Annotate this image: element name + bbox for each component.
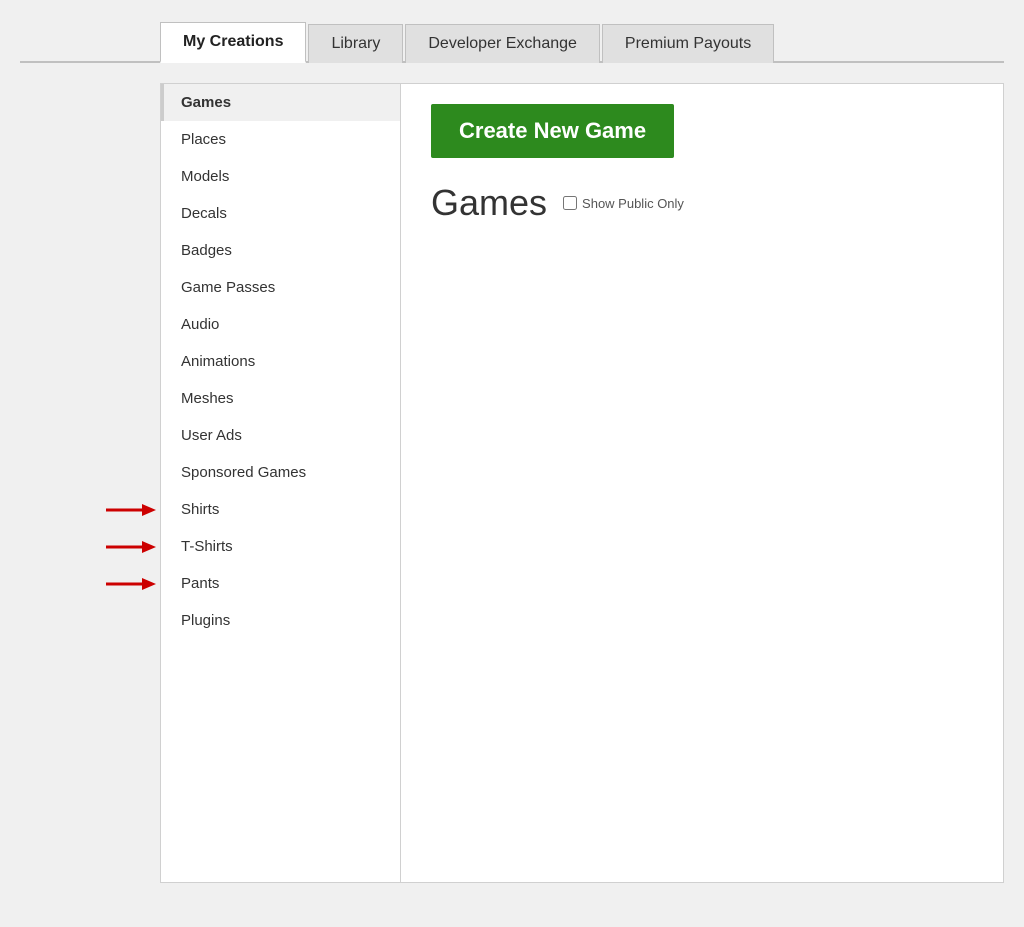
sidebar-item-label-decals: Decals bbox=[181, 205, 227, 222]
sidebar-item-shirts[interactable]: Shirts bbox=[161, 491, 400, 528]
sidebar-item-label-models: Models bbox=[181, 168, 229, 185]
sidebar-item-places[interactable]: Places bbox=[161, 121, 400, 158]
sidebar-item-pants[interactable]: Pants bbox=[161, 565, 400, 602]
sidebar-item-game-passes[interactable]: Game Passes bbox=[161, 269, 400, 306]
sidebar-item-label-shirts: Shirts bbox=[181, 501, 219, 518]
sidebar-item-label-animations: Animations bbox=[181, 353, 255, 370]
sidebar-item-games[interactable]: Games bbox=[161, 84, 400, 121]
sidebar-item-animations[interactable]: Animations bbox=[161, 343, 400, 380]
sidebar-item-label-meshes: Meshes bbox=[181, 390, 234, 407]
games-section-title: Games Show Public Only bbox=[431, 182, 973, 224]
sidebar-item-decals[interactable]: Decals bbox=[161, 195, 400, 232]
tab-premium-payouts[interactable]: Premium Payouts bbox=[602, 24, 774, 63]
show-public-label[interactable]: Show Public Only bbox=[563, 196, 684, 211]
sidebar-item-label-game-passes: Game Passes bbox=[181, 279, 275, 296]
sidebar-item-label-badges: Badges bbox=[181, 242, 232, 259]
sidebar-item-meshes[interactable]: Meshes bbox=[161, 380, 400, 417]
sidebar-item-models[interactable]: Models bbox=[161, 158, 400, 195]
sidebar-item-label-plugins: Plugins bbox=[181, 612, 230, 629]
tabs-bar: My CreationsLibraryDeveloper ExchangePre… bbox=[20, 20, 1004, 63]
create-new-game-button[interactable]: Create New Game bbox=[431, 104, 674, 158]
tab-developer-exchange[interactable]: Developer Exchange bbox=[405, 24, 600, 63]
arrow-icon-pants bbox=[106, 574, 156, 594]
sidebar-item-label-audio: Audio bbox=[181, 316, 219, 333]
sidebar-item-label-places: Places bbox=[181, 131, 226, 148]
sidebar-item-user-ads[interactable]: User Ads bbox=[161, 417, 400, 454]
show-public-text: Show Public Only bbox=[582, 196, 684, 211]
main-content: Games Places Models Decals Badges Game Passes… bbox=[160, 83, 1004, 883]
sidebar: Games Places Models Decals Badges Game Passes… bbox=[161, 84, 401, 882]
games-title-text: Games bbox=[431, 182, 547, 224]
sidebar-item-badges[interactable]: Badges bbox=[161, 232, 400, 269]
tab-my-creations[interactable]: My Creations bbox=[160, 22, 306, 63]
sidebar-item-audio[interactable]: Audio bbox=[161, 306, 400, 343]
sidebar-item-sponsored-games[interactable]: Sponsored Games bbox=[161, 454, 400, 491]
sidebar-item-plugins[interactable]: Plugins bbox=[161, 602, 400, 639]
sidebar-item-label-sponsored-games: Sponsored Games bbox=[181, 464, 306, 481]
arrow-icon-shirts bbox=[106, 500, 156, 520]
sidebar-item-label-pants: Pants bbox=[181, 575, 219, 592]
sidebar-item-label-t-shirts: T-Shirts bbox=[181, 538, 233, 555]
arrow-icon-t-shirts bbox=[106, 537, 156, 557]
sidebar-item-label-games: Games bbox=[181, 94, 231, 111]
tab-library[interactable]: Library bbox=[308, 24, 403, 63]
page-wrapper: My CreationsLibraryDeveloper ExchangePre… bbox=[0, 0, 1024, 927]
sidebar-item-t-shirts[interactable]: T-Shirts bbox=[161, 528, 400, 565]
show-public-checkbox[interactable] bbox=[563, 196, 577, 210]
content-area: Create New Game Games Show Public Only bbox=[401, 84, 1003, 882]
sidebar-item-label-user-ads: User Ads bbox=[181, 427, 242, 444]
